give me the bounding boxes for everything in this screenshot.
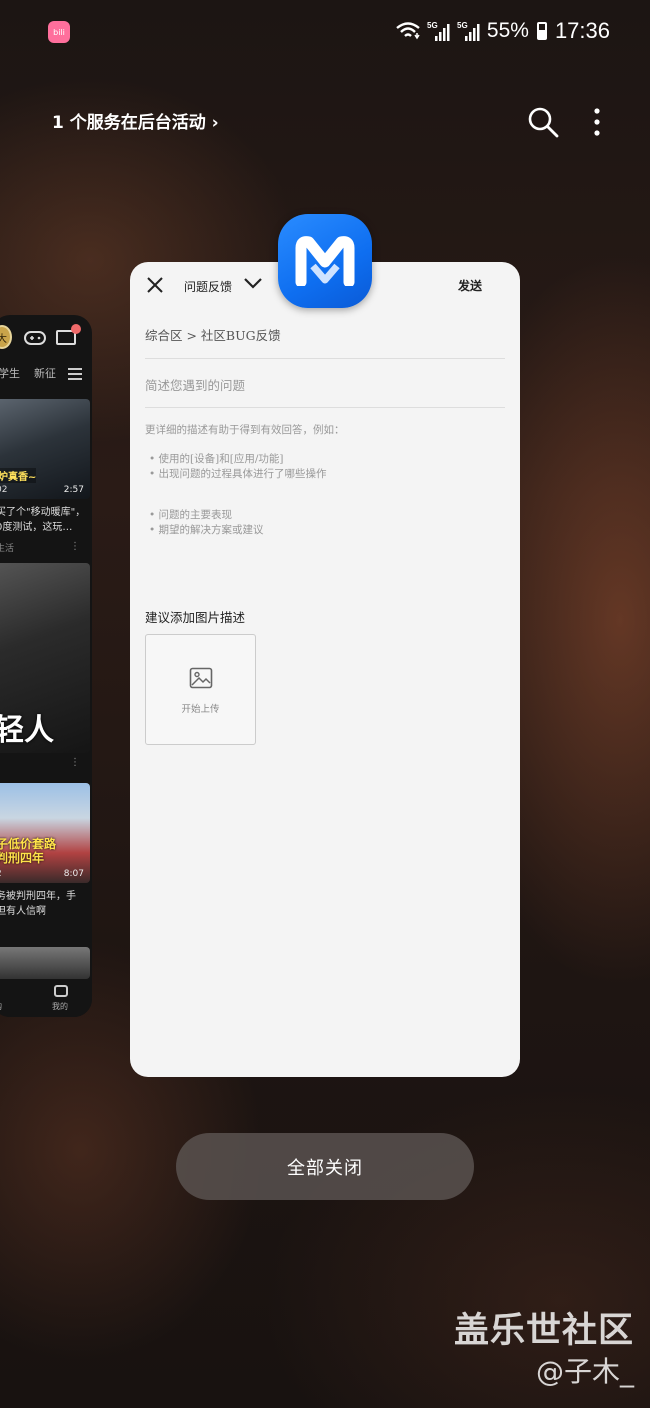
status-indicators: 5G 5G 55% 17:36 [395, 18, 610, 44]
video-duration: 2:57 [63, 485, 84, 495]
search-icon[interactable] [526, 105, 560, 139]
gamepad-icon[interactable] [24, 329, 46, 347]
hint-item: • 出现问题的过程具体进行了哪些操作 [149, 468, 327, 480]
bilibili-bottom-nav: 购 我的 [0, 981, 92, 1017]
send-button[interactable]: 发送 [458, 277, 482, 294]
avatar[interactable]: 大 [0, 325, 12, 349]
video-caption-line: 子低价套路 [0, 837, 57, 851]
hint-item: • 使用的[设备]和[应用/功能] [149, 453, 284, 465]
close-icon[interactable] [144, 274, 166, 296]
status-bar: bili 5G 5G 55% 17:36 [0, 0, 650, 64]
video-duration: 8:07 [63, 869, 84, 879]
video-thumbnail[interactable]: 炉真香~ 02 2:57 [0, 399, 90, 499]
divider [145, 407, 505, 408]
video-views: 2 [0, 869, 2, 879]
watermark-title: 盖乐世社区 [453, 1311, 634, 1351]
video-views: 02 [0, 485, 8, 495]
watermark-user: @子木_ [535, 1355, 634, 1388]
video-caption-line: 判刑四年 [0, 851, 45, 865]
video-thumbnail[interactable] [0, 947, 90, 979]
bilibili-header: 大 [0, 315, 92, 361]
bilibili-notification-icon: bili [48, 21, 70, 43]
mail-icon[interactable] [56, 324, 81, 345]
video-title[interactable]: 买了个"移动暖库"，0度测试，这玩… [0, 505, 86, 535]
menu-icon[interactable] [68, 365, 82, 383]
samsung-members-app-icon[interactable] [278, 214, 372, 308]
video-thumbnail[interactable]: 轻人 [0, 563, 90, 753]
recent-app-card-bilibili[interactable]: 大 学生 新征 炉真香~ 02 2:57 买了个"移动暖库"，0度测试，这玩… … [0, 315, 92, 1017]
recent-app-card-feedback[interactable]: 问题反馈 发送 综合区 > 社区BUG反馈 简述您遇到的问题 更详细的描述有助于… [130, 262, 520, 1077]
background-activity-text: 1 个服务在后台活动 [52, 113, 206, 133]
signal-5g-icon-1: 5G [427, 21, 450, 41]
video-caption: 子低价套路 判刑四年 [0, 837, 56, 865]
video-caption: 轻人 [0, 713, 54, 748]
members-logo-icon [295, 236, 355, 286]
nav-shop-label[interactable]: 购 [0, 1001, 2, 1012]
upload-label: 开始上传 [181, 704, 220, 715]
feedback-title: 问题反馈 [184, 280, 233, 294]
description-input[interactable]: 更详细的描述有助于得到有效回答，例如： • 使用的[设备]和[应用/功能] • … [145, 423, 505, 538]
nav-mine-label[interactable]: 我的 [52, 1001, 68, 1012]
signal-5g-icon-2: 5G [457, 21, 480, 41]
image-icon [189, 667, 213, 689]
hint-item: • 期望的解决方案或建议 [149, 524, 264, 536]
chevron-right-icon: › [205, 113, 219, 133]
wifi-icon [396, 22, 420, 40]
close-all-button[interactable]: 全部关闭 [176, 1133, 474, 1200]
clock: 17:36 [554, 18, 610, 43]
video-tag: 生活 [0, 544, 15, 554]
description-intro: 更详细的描述有助于得到有效回答，例如： [145, 424, 345, 436]
video-title[interactable]: 务被判刑四年，手 但有人信啊 [0, 889, 86, 919]
more-vert-icon[interactable] [582, 105, 612, 139]
image-section-label: 建议添加图片描述 [145, 610, 246, 625]
network-label-2: 5G [457, 21, 468, 30]
background-activity-link[interactable]: 1 个服务在后台活动 › [52, 108, 219, 133]
video-thumbnail[interactable]: 子低价套路 判刑四年 2 8:07 [0, 783, 90, 883]
bilibili-icon-label: bili [53, 27, 65, 37]
tab-new[interactable]: 新征 [34, 365, 56, 381]
breadcrumb[interactable]: 综合区 > 社区BUG反馈 [145, 325, 281, 344]
more-options-icon[interactable]: ⋮ [70, 757, 80, 768]
upload-image-button[interactable]: 开始上传 [145, 634, 256, 745]
battery-icon [536, 22, 547, 40]
more-options-icon[interactable]: ⋮ [70, 541, 80, 552]
hint-item: • 问题的主要表现 [149, 509, 233, 521]
battery-percent: 55% [486, 19, 529, 42]
chevron-down-icon[interactable] [243, 276, 263, 290]
tab-students[interactable]: 学生 [0, 365, 20, 381]
tv-icon[interactable] [54, 985, 68, 997]
network-label-1: 5G [427, 21, 438, 30]
summary-input[interactable]: 简述您遇到的问题 [145, 375, 245, 394]
divider [145, 358, 505, 359]
video-caption: 炉真香~ [0, 468, 37, 483]
bilibili-tabs: 学生 新征 [0, 365, 92, 391]
